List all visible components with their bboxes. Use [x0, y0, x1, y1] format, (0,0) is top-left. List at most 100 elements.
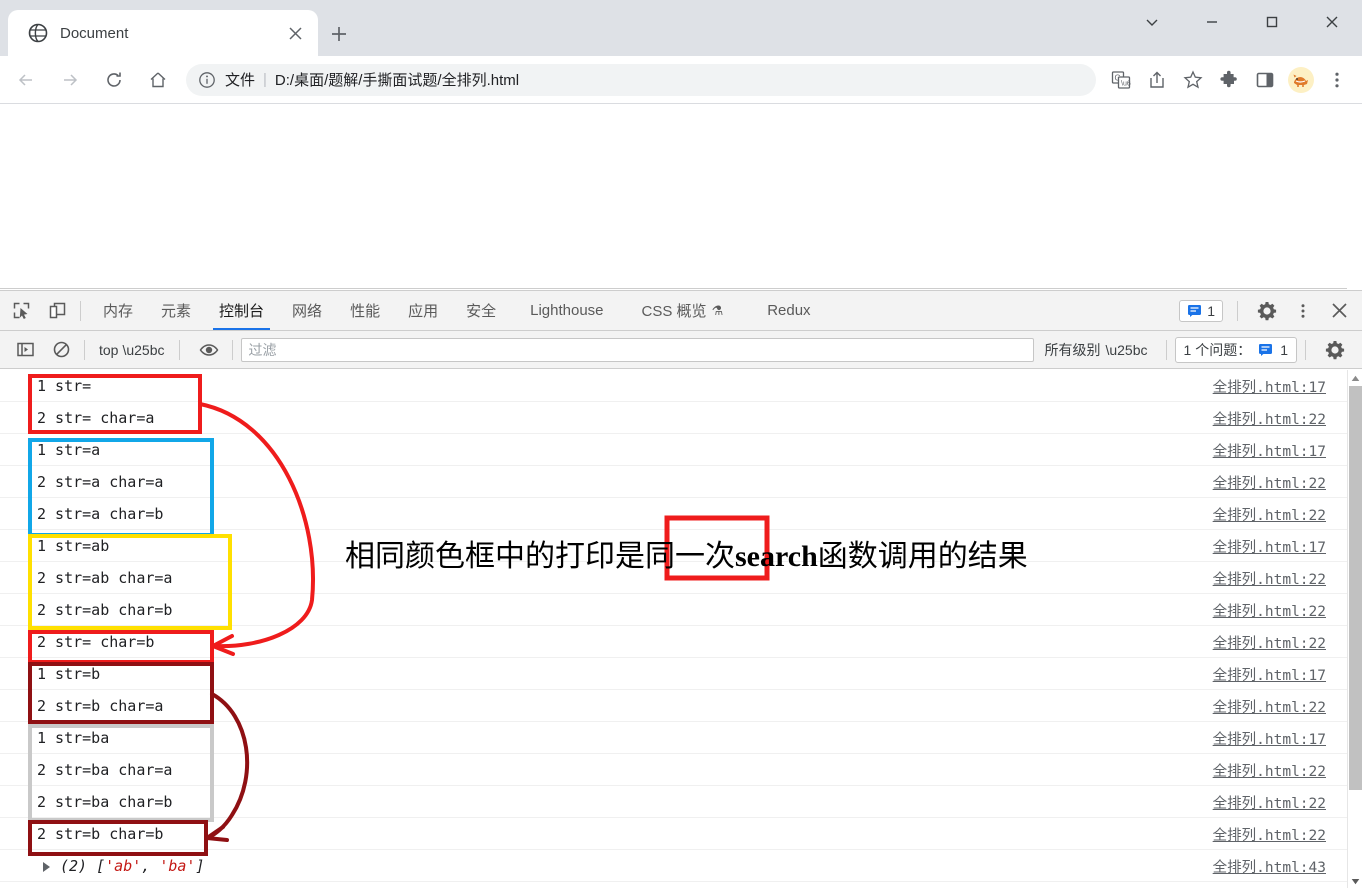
console-row[interactable]: 1 str= 全排列.html:17 [0, 370, 1362, 402]
share-icon[interactable] [1142, 65, 1172, 95]
minimize-button[interactable] [1182, 0, 1242, 44]
browser-tab[interactable]: Document [8, 10, 318, 56]
scroll-up-arrow-icon[interactable] [1348, 370, 1362, 386]
svg-text:\u6587: \u6587 [1121, 80, 1131, 87]
console-divider-2 [178, 339, 180, 360]
console-source-link[interactable]: 全排列.html:22 [1213, 498, 1326, 530]
console-row[interactable]: 2 str=ab char=b 全排列.html:22 [0, 594, 1362, 626]
console-source-link[interactable]: 全排列.html:17 [1213, 722, 1326, 754]
console-message: 2 str=b char=b [37, 825, 164, 843]
level-label: 所有级别 [1044, 341, 1101, 358]
issues-summary-button[interactable]: 1 个问题： 1 [1174, 336, 1297, 363]
filter-input[interactable]: 过滤 [240, 337, 1035, 362]
browser-window: Document 文件 | D:/桌面/题解/手撕面试题/全排列.html G … [0, 0, 1362, 888]
tab-console[interactable]: 控制台 [205, 291, 278, 330]
console-source-link[interactable]: 全排列.html:22 [1213, 466, 1326, 498]
console-message: 2 str=ba char=a [37, 761, 173, 779]
console-scrollbar[interactable] [1347, 370, 1362, 888]
back-icon[interactable] [8, 62, 44, 98]
tab-label: CSS 概览 [641, 303, 707, 320]
console-source-link[interactable]: 全排列.html:22 [1213, 562, 1326, 594]
scrollbar-thumb[interactable] [1349, 386, 1362, 790]
translate-icon[interactable]: G \u6587 [1106, 65, 1136, 95]
console-source-link[interactable]: 全排列.html:17 [1213, 370, 1326, 402]
console-source-link[interactable]: 全排列.html:22 [1213, 402, 1326, 434]
console-source-link[interactable]: 全排列.html:22 [1213, 754, 1326, 786]
console-row[interactable]: 2 str=ba char=a 全排列.html:22 [0, 754, 1362, 786]
tab-application[interactable]: 应用 [394, 291, 452, 330]
tab-label: 性能 [350, 303, 381, 320]
info-circle-icon[interactable] [198, 71, 216, 89]
console-source-link[interactable]: 全排列.html:43 [1213, 850, 1326, 882]
more-menu-icon[interactable] [1322, 65, 1352, 95]
console-row[interactable]: 1 str=b 全排列.html:17 [0, 658, 1362, 690]
inspect-element-icon[interactable] [6, 296, 36, 326]
tab-css-overview[interactable]: CSS 概览 ⚗ [624, 291, 742, 330]
extensions-puzzle-icon[interactable] [1214, 65, 1244, 95]
scroll-down-arrow-icon[interactable] [1348, 873, 1362, 888]
console-row[interactable]: 2 str=ab char=a 全排列.html:22 [0, 562, 1362, 594]
console-log-area[interactable]: 1 str= 全排列.html:17 2 str= char=a 全排列.htm… [0, 370, 1362, 888]
console-row[interactable]: 1 str=ab 全排列.html:17 [0, 530, 1362, 562]
url-separator: | [263, 71, 267, 88]
console-row[interactable]: 2 str= char=b 全排列.html:22 [0, 626, 1362, 658]
globe-icon [28, 23, 48, 43]
side-panel-icon[interactable] [1250, 65, 1280, 95]
console-row[interactable]: 2 str=b char=a 全排列.html:22 [0, 690, 1362, 722]
console-source-link[interactable]: 全排列.html:22 [1213, 786, 1326, 818]
tab-label: Redux [767, 302, 811, 319]
live-expression-icon[interactable] [194, 335, 224, 365]
console-sidebar-icon[interactable] [10, 335, 40, 365]
maximize-button[interactable] [1242, 0, 1302, 44]
profile-avatar-icon[interactable] [1286, 65, 1316, 95]
console-source-link[interactable]: 全排列.html:17 [1213, 658, 1326, 690]
console-row[interactable]: 2 str=a char=a 全排列.html:22 [0, 466, 1362, 498]
console-source-link[interactable]: 全排列.html:22 [1213, 626, 1326, 658]
forward-icon[interactable] [52, 62, 88, 98]
console-row[interactable]: 2 str=b char=b 全排列.html:22 [0, 818, 1362, 850]
tab-redux[interactable]: Redux [741, 291, 836, 330]
console-source-link[interactable]: 全排列.html:22 [1213, 594, 1326, 626]
execution-context-select[interactable]: top \u25bc [93, 342, 171, 358]
console-row[interactable]: 2 str=ba char=b 全排列.html:22 [0, 786, 1362, 818]
tab-lighthouse[interactable]: Lighthouse [510, 291, 623, 330]
chevron-down-icon[interactable] [1122, 0, 1182, 44]
issues-chip[interactable]: 1 [1179, 299, 1223, 322]
console-source-link[interactable]: 全排列.html:17 [1213, 530, 1326, 562]
console-row[interactable]: 1 str=a 全排列.html:17 [0, 434, 1362, 466]
reload-icon[interactable] [96, 62, 132, 98]
console-source-link[interactable]: 全排列.html:22 [1213, 818, 1326, 850]
expand-triangle-icon[interactable] [43, 862, 50, 872]
console-result-row[interactable]: (2) ['ab', 'ba'] 全排列.html:43 [0, 850, 1362, 882]
log-level-select[interactable]: 所有级别 \u25bc [1034, 340, 1157, 360]
clear-console-icon[interactable] [46, 335, 76, 365]
console-source-link[interactable]: 全排列.html:22 [1213, 690, 1326, 722]
close-devtools-icon[interactable] [1324, 296, 1354, 326]
console-settings-gear-icon[interactable] [1320, 335, 1350, 365]
address-bar[interactable]: 文件 | D:/桌面/题解/手撕面试题/全排列.html [186, 63, 1096, 96]
toolbar-divider [80, 300, 81, 321]
console-row[interactable]: 2 str=a char=b 全排列.html:22 [0, 498, 1362, 530]
tab-elements[interactable]: 元素 [147, 291, 205, 330]
console-row[interactable]: 2 str= char=a 全排列.html:22 [0, 402, 1362, 434]
close-window-button[interactable] [1302, 0, 1362, 44]
page-scrollbar[interactable] [1347, 104, 1362, 289]
home-icon[interactable] [140, 62, 176, 98]
tab-label: 应用 [408, 303, 439, 320]
tab-label: 内存 [103, 303, 134, 320]
console-divider-5 [1305, 339, 1306, 360]
bookmark-star-icon[interactable] [1178, 65, 1208, 95]
new-tab-button[interactable] [325, 20, 353, 48]
tab-network[interactable]: 网络 [278, 291, 336, 330]
console-row[interactable]: 1 str=ba 全排列.html:17 [0, 722, 1362, 754]
devtools-panel: 内存 元素 控制台 网络 性能 应用 安全 Lighthouse CSS 概览 … [0, 290, 1362, 888]
settings-gear-icon[interactable] [1252, 296, 1282, 326]
console-source-link[interactable]: 全排列.html:17 [1213, 434, 1326, 466]
tab-security[interactable]: 安全 [452, 291, 510, 330]
close-icon[interactable] [282, 20, 308, 46]
tab-memory[interactable]: 内存 [89, 291, 147, 330]
tab-performance[interactable]: 性能 [336, 291, 394, 330]
more-vertical-icon[interactable] [1288, 296, 1318, 326]
console-message: 1 str=a [37, 441, 101, 459]
device-toolbar-icon[interactable] [42, 296, 72, 326]
